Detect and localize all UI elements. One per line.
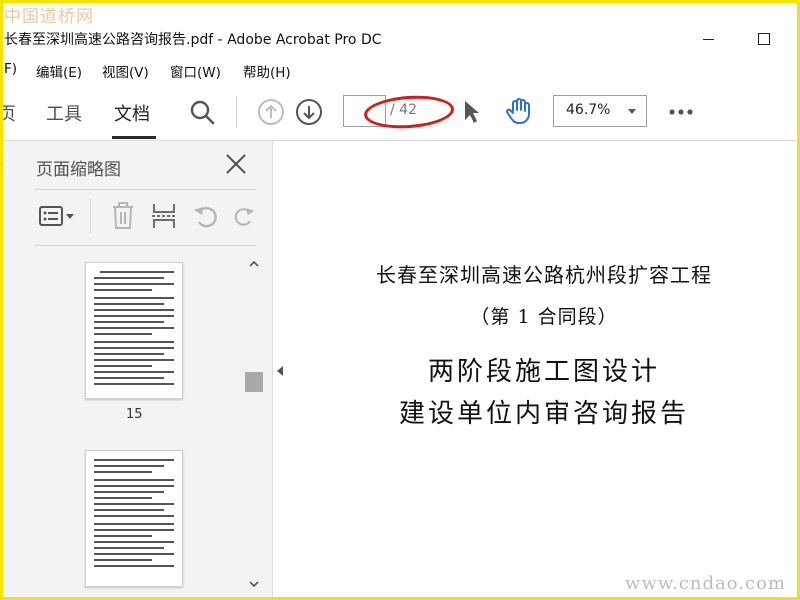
select-cursor-icon[interactable] [458, 96, 484, 128]
more-icon[interactable] [666, 100, 696, 124]
panel-divider [34, 245, 256, 246]
thumbnail-scrollbar[interactable] [244, 255, 264, 595]
menu-file[interactable]: F) [4, 61, 17, 77]
scroll-down-icon[interactable] [249, 579, 259, 589]
minimize-button[interactable] [688, 26, 728, 52]
menu-bar: F) 编辑(E) 视图(V) 窗口(W) 帮助(H) [0, 58, 800, 82]
panel-title: 页面缩略图 [36, 160, 121, 180]
menu-window[interactable]: 窗口(W) [170, 61, 221, 81]
document-report-title: 建设单位内审咨询报告 [398, 399, 689, 429]
minimize-icon [702, 38, 714, 40]
document-project-title: 长春至深圳高速公路杭州段扩容工程 [376, 263, 712, 287]
delete-icon[interactable] [108, 201, 138, 231]
menu-edit[interactable]: 编辑(E) [36, 61, 82, 81]
watermark-bottom: www.cndao.com [625, 573, 786, 594]
page-options-icon[interactable] [38, 201, 78, 231]
chevron-down-icon [628, 109, 636, 114]
toolbar-separator [236, 96, 237, 128]
tab-document[interactable]: 文档 [114, 100, 150, 126]
scroll-up-icon[interactable] [249, 259, 259, 269]
page-thumbnail[interactable] [85, 262, 183, 399]
window-title: 长春至深圳高速公路咨询报告.pdf - Adobe Acrobat Pro DC [4, 32, 382, 48]
zoom-select[interactable]: 46.7% [553, 95, 647, 127]
document-contract-section: （第 1 合同段） [470, 306, 618, 328]
hand-tool-icon[interactable] [502, 94, 536, 128]
maximize-icon [758, 33, 770, 45]
thumbnail-page-number: 15 [126, 407, 143, 422]
document-view[interactable]: 长春至深圳高速公路杭州段扩容工程 （第 1 合同段） 两阶段施工图设计 建设单位… [288, 141, 800, 600]
panel-tools-separator [90, 199, 91, 233]
tab-tools[interactable]: 工具 [46, 100, 82, 126]
search-icon[interactable] [186, 96, 218, 128]
menu-view[interactable]: 视图(V) [102, 61, 149, 81]
extract-icon[interactable] [149, 201, 179, 231]
close-icon[interactable] [224, 152, 248, 176]
page-thumbnail[interactable] [85, 450, 183, 587]
next-page-icon[interactable] [293, 96, 325, 128]
collapse-panel-button[interactable] [272, 360, 287, 382]
tab-home[interactable]: 页 [0, 100, 16, 126]
zoom-value: 46.7% [566, 102, 611, 118]
undo-icon[interactable] [191, 201, 221, 231]
panel-pointer [0, 155, 8, 173]
triangle-left-icon [276, 366, 283, 376]
panel-divider [34, 189, 256, 190]
prev-page-icon[interactable] [255, 96, 287, 128]
title-bar: 长春至深圳高速公路咨询报告.pdf - Adobe Acrobat Pro DC [0, 26, 800, 52]
menu-help[interactable]: 帮助(H) [243, 61, 291, 81]
redo-icon[interactable] [232, 201, 256, 231]
active-tab-indicator [112, 136, 156, 139]
document-design-stage: 两阶段施工图设计 [427, 357, 660, 387]
scrollbar-thumb[interactable] [245, 372, 263, 392]
maximize-button[interactable] [744, 26, 784, 52]
watermark-top: 中国道桥网 [4, 7, 94, 27]
